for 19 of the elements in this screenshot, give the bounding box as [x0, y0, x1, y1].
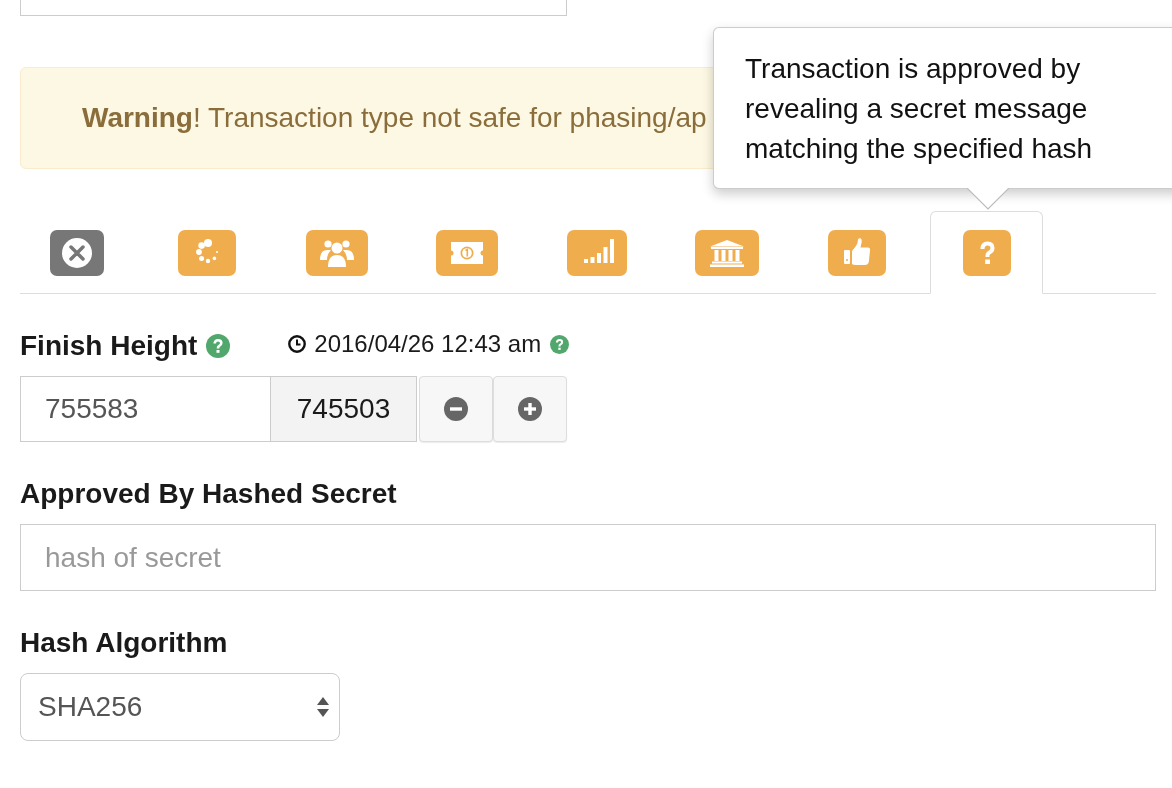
finish-height-input[interactable]: 755583 — [20, 376, 271, 442]
field-label: Finish Height — [20, 330, 198, 362]
secret-hash-input[interactable]: hash of secret — [20, 524, 1156, 591]
tooltip-text: Transaction is approved by revealing a secret message matching the specified hash — [745, 52, 1094, 166]
field-label: Hash Algorithm — [20, 627, 228, 659]
field-label: Approved By Hashed Secret — [20, 478, 397, 510]
help-icon[interactable] — [550, 334, 570, 354]
help-icon[interactable] — [206, 334, 231, 358]
input-field[interactable] — [20, 0, 567, 16]
hash-algorithm-select[interactable]: SHA256 — [20, 673, 340, 741]
plus-icon — [518, 397, 542, 421]
minus-icon — [444, 397, 468, 421]
up-down-arrows-icon — [316, 695, 330, 719]
clock-icon — [288, 335, 307, 353]
date-text: 2016/04/26 12:43 am — [314, 330, 542, 358]
increase-button[interactable] — [493, 376, 567, 442]
current-height-addon: 745503 — [271, 376, 417, 442]
warning-text: Warning! Transaction type not safe for phasing/ap — [82, 102, 707, 133]
decrease-button[interactable] — [419, 376, 493, 442]
